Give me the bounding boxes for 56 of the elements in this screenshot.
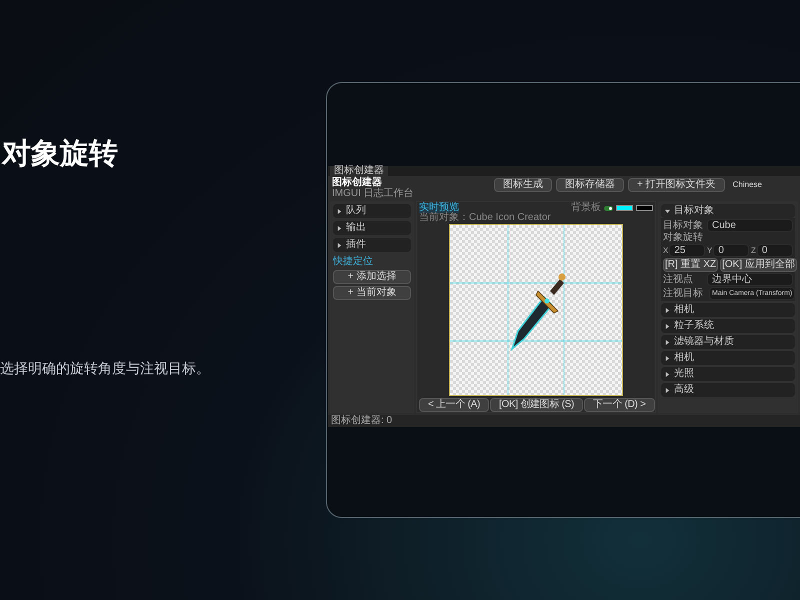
section-header[interactable]: 滤镜器与材质	[661, 335, 795, 349]
tool-button[interactable]: [OK] 创建图标 (S)	[490, 398, 584, 412]
tool-button[interactable]: 图标存储器	[556, 178, 624, 192]
caret-right-icon	[665, 324, 670, 328]
input-field[interactable]: 0	[713, 244, 749, 257]
tool-button[interactable]: 图标生成	[494, 178, 552, 192]
section-header[interactable]: 输出	[333, 221, 411, 235]
caret-right-icon	[665, 308, 670, 312]
section-header[interactable]: 相机	[661, 351, 795, 365]
tool-button[interactable]: + 当前对象	[333, 286, 411, 300]
axis-label: Z	[751, 244, 756, 256]
tool-button[interactable]: 下一个 (D) >	[584, 398, 655, 412]
caret-right-icon	[665, 372, 670, 376]
input-field[interactable]: 25	[669, 244, 705, 257]
tool-button[interactable]: [OK] 应用到全部	[720, 258, 797, 272]
color-swatch[interactable]	[636, 205, 653, 211]
app-subtitle: IMGUI 日志工作台	[332, 188, 414, 199]
language-dropdown[interactable]: Chinese	[728, 179, 786, 191]
window-tab[interactable]: 图标创建器	[330, 166, 388, 176]
input-field[interactable]: Cube	[707, 219, 793, 232]
status-text: 图标创建器: 0	[331, 416, 392, 426]
object-label: 当前对象：Cube Icon Creator	[418, 213, 552, 223]
section-header[interactable]: 高级	[661, 383, 795, 397]
caret-right-icon	[665, 388, 670, 392]
caret-right-icon	[337, 208, 342, 214]
axis-label: X	[663, 244, 668, 256]
section-header[interactable]: 队列	[333, 204, 411, 218]
preview-title: 实时预览	[419, 203, 459, 213]
tool-button[interactable]: < 上一个 (A)	[419, 398, 490, 412]
quick-label: 快捷定位	[333, 257, 374, 267]
input-field[interactable]: 0	[756, 244, 793, 257]
app-title: 图标创建器	[332, 178, 382, 188]
field-label: 对象旋转	[663, 233, 703, 243]
section-header[interactable]: 粒子系统	[661, 319, 795, 333]
tool-button[interactable]: [R] 重置 XZ	[663, 258, 718, 272]
color-swatch[interactable]	[616, 205, 633, 211]
section-header[interactable]: 插件	[333, 238, 411, 252]
caret-right-icon	[337, 226, 342, 230]
section-header[interactable]: 目标对象	[661, 204, 795, 218]
caret-down-icon	[665, 208, 670, 214]
axis-label: Y	[707, 244, 712, 256]
section-header[interactable]: 相机	[661, 303, 795, 317]
field-label: 注视点	[663, 274, 694, 284]
toggle-switch[interactable]	[604, 206, 613, 210]
slide-title: 对象旋转	[0, 137, 118, 172]
tool-button[interactable]: + 打开图标文件夹	[628, 178, 725, 192]
section-header[interactable]: 光照	[661, 367, 795, 381]
field-label: 目标对象	[663, 220, 703, 230]
caret-right-icon	[337, 242, 342, 248]
background-label: 背景板	[571, 203, 601, 213]
slide-subtitle: 选择明确的旋转角度与注视目标。	[0, 359, 210, 378]
field-label: 注视目标	[663, 288, 704, 298]
caret-right-icon	[665, 356, 670, 360]
input-field[interactable]: 边界中心	[707, 273, 793, 286]
caret-right-icon	[665, 340, 670, 344]
tool-button[interactable]: + 添加选择	[333, 270, 411, 284]
